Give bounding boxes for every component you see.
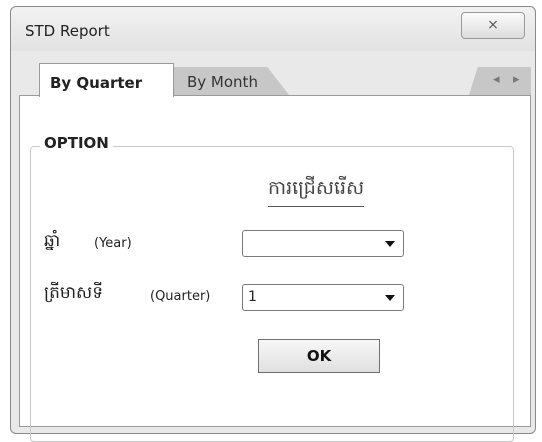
std-report-window: STD Report ⨯ By Month By Quarter ◂ ▸ OPT…: [10, 6, 536, 442]
quarter-sublabel: (Quarter): [150, 289, 211, 304]
tab-by-quarter-label: By Quarter: [50, 74, 143, 92]
close-icon: ⨯: [487, 17, 499, 33]
chevron-down-icon: [385, 241, 395, 247]
year-label: ឆ្នាំ: [44, 231, 61, 251]
tab-scroll-left-icon[interactable]: ◂: [493, 72, 500, 87]
title-bar: STD Report ⨯: [11, 7, 535, 51]
chevron-down-icon: [385, 295, 395, 301]
tab-by-month[interactable]: By Month: [169, 67, 289, 95]
tab-by-month-label: By Month: [187, 73, 258, 91]
tab-scroll-buttons: ◂ ▸: [469, 67, 531, 95]
quarter-combobox[interactable]: 1: [242, 284, 404, 311]
close-button[interactable]: ⨯: [461, 12, 525, 39]
quarter-label: ត្រីមាសទី: [44, 283, 104, 303]
tab-by-quarter[interactable]: By Quarter: [39, 63, 174, 97]
year-combobox[interactable]: [242, 230, 404, 257]
selection-heading: ការជ្រើសរើស: [268, 176, 365, 207]
ok-button[interactable]: OK: [258, 339, 380, 373]
year-sublabel: (Year): [94, 236, 132, 251]
tab-scroll-right-icon[interactable]: ▸: [513, 72, 520, 87]
tab-strip: By Month By Quarter ◂ ▸: [19, 63, 531, 97]
quarter-combobox-value: 1: [248, 289, 257, 305]
tab-panel: OPTION ការជ្រើសរើស ឆ្នាំ (Year) ត្រីមាសទ…: [19, 95, 531, 442]
window-title: STD Report: [25, 22, 110, 40]
option-group-legend: OPTION: [40, 134, 113, 152]
